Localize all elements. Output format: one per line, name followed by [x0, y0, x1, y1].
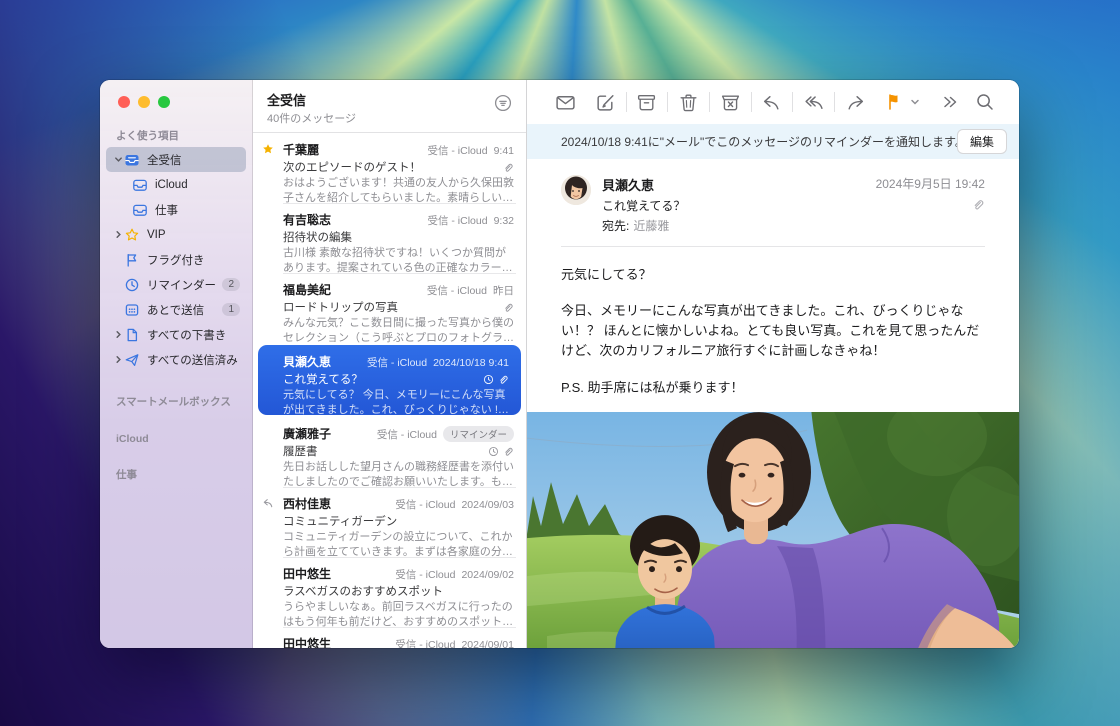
message-list-header: 全受信 40件のメッセージ	[253, 80, 526, 133]
sidebar-item-label: iCloud	[155, 179, 240, 191]
archive-icon[interactable]	[635, 90, 660, 114]
sidebar-item-all-inboxes[interactable]: 全受信	[106, 147, 246, 172]
message-body: 元気にしてる？ 今日、メモリーにこんな写真が出てきました。これ、びっくりじゃない…	[527, 247, 1019, 412]
get-mail-icon[interactable]	[553, 90, 578, 114]
junk-icon[interactable]	[718, 90, 743, 114]
sidebar-item-label: すべての下書き	[147, 327, 240, 343]
body-paragraph: 今日、メモリーにこんな写真が出てきました。これ、びっくりじゃない！？ ほんとに懐…	[561, 301, 985, 361]
reminder-banner: 2024/10/18 9:41に"メール"でこのメッセージのリマインダーを通知し…	[527, 124, 1019, 159]
reply-icon[interactable]	[760, 90, 785, 114]
star-flag-icon	[262, 142, 274, 160]
toolbar	[527, 80, 1019, 124]
filter-icon[interactable]	[494, 94, 512, 117]
flag-chevron-down-icon[interactable]	[908, 90, 923, 114]
avatar[interactable]	[561, 175, 591, 205]
traffic-lights	[100, 92, 252, 122]
send-later-icon	[124, 302, 141, 318]
sidebar-item-work-inbox[interactable]: 仕事	[124, 197, 246, 222]
sidebar-item-label: VIP	[147, 229, 240, 241]
message-header: 貝瀬久恵 これ覚えてる？ 宛先:近藤雅 2024年9月5日 19:42	[527, 159, 1019, 246]
star-icon	[124, 227, 141, 243]
message-subject: これ覚えてる？	[602, 197, 876, 214]
trash-icon[interactable]	[676, 90, 701, 114]
chevron-right-icon[interactable]	[114, 330, 124, 339]
paperclip-icon	[503, 446, 514, 457]
sidebar-section-icloud[interactable]: iCloud	[100, 413, 252, 449]
message-row[interactable]: 廣瀬雅子受信 - iCloudリマインダー 履歴書 先日お話しした望月さんの職務…	[253, 417, 526, 487]
attachment-paperclip-icon[interactable]	[876, 198, 985, 211]
reply-all-icon[interactable]	[801, 90, 826, 114]
sidebar-item-icloud-inbox[interactable]: iCloud	[124, 172, 246, 197]
paperclip-icon	[503, 302, 514, 313]
zoom-window-button[interactable]	[158, 96, 170, 108]
message-date: 2024年9月5日 19:42	[876, 175, 985, 192]
reminder-badge: リマインダー	[443, 426, 514, 442]
sidebar-section-smart-mailboxes[interactable]: スマートメールボックス	[100, 380, 252, 413]
all-inboxes-icon	[124, 152, 141, 168]
message-row[interactable]: 福島美紀受信 - iCloud昨日 ロードトリップの写真 みんな元気？ここ数日間…	[253, 273, 526, 343]
minimize-window-button[interactable]	[138, 96, 150, 108]
draft-document-icon	[124, 327, 141, 343]
clock-icon	[124, 277, 141, 293]
message-list: 全受信 40件のメッセージ 千葉麗受信 - iCloud9:41 次のエピソード…	[253, 80, 527, 648]
body-paragraph: 元気にしてる？	[561, 265, 985, 285]
chevron-down-icon[interactable]	[114, 155, 124, 164]
attached-photo[interactable]	[527, 412, 1019, 648]
sidebar-item-label: あとで送信	[147, 302, 222, 318]
paper-plane-icon	[124, 352, 141, 368]
body-paragraph: P.S. 助手席には私が乗ります！	[561, 378, 985, 398]
reminder-banner-text: 2024/10/18 9:41に"メール"でこのメッセージのリマインダーを通知し…	[561, 133, 957, 150]
chevron-right-icon[interactable]	[114, 230, 124, 239]
flag-icon[interactable]	[883, 90, 908, 114]
sidebar-item-all-sent[interactable]: すべての送信済み	[106, 347, 246, 372]
sidebar-section-work[interactable]: 仕事	[100, 449, 252, 486]
compose-icon[interactable]	[593, 90, 618, 114]
mail-window: よく使う項目 全受信 iCloud 仕事	[100, 80, 1019, 648]
sidebar-item-label: フラグ付き	[147, 252, 240, 268]
sidebar-item-label: 全受信	[147, 152, 240, 168]
sidebar-item-all-drafts[interactable]: すべての下書き	[106, 322, 246, 347]
sidebar-item-reminders[interactable]: リマインダー 2	[106, 272, 246, 297]
message-row[interactable]: 西村佳恵受信 - iCloud2024/09/03 コミュニティガーデン コミュ…	[253, 487, 526, 557]
edit-reminder-button[interactable]: 編集	[957, 129, 1007, 154]
message-count: 40件のメッセージ	[267, 110, 514, 126]
sidebar-item-flagged[interactable]: フラグ付き	[106, 247, 246, 272]
reminders-count-badge: 2	[222, 278, 240, 291]
message-row[interactable]: 田中悠生受信 - iCloud2024/09/01	[253, 627, 526, 648]
message-sender-name: 貝瀬久恵	[602, 175, 876, 194]
message-row[interactable]: 田中悠生受信 - iCloud2024/09/02 ラスベガスのおすすめスポット…	[253, 557, 526, 627]
sidebar-item-label: 仕事	[155, 202, 240, 218]
inbox-icon	[132, 202, 149, 218]
search-icon[interactable]	[972, 90, 997, 114]
sidebar-item-label: リマインダー	[147, 277, 222, 293]
mailbox-title: 全受信	[267, 90, 514, 109]
reading-pane: 2024/10/18 9:41に"メール"でこのメッセージのリマインダーを通知し…	[527, 80, 1019, 648]
message-row[interactable]: 有吉聡志受信 - iCloud9:32 招待状の編集 古川様 素敵な招待状ですね…	[253, 203, 526, 273]
paperclip-icon	[498, 374, 509, 385]
paperclip-icon	[503, 162, 514, 173]
reminder-clock-icon	[483, 374, 494, 385]
sidebar: よく使う項目 全受信 iCloud 仕事	[100, 80, 253, 648]
flag-icon	[124, 252, 141, 268]
sidebar-item-label: すべての送信済み	[147, 352, 240, 368]
send-later-count-badge: 1	[222, 303, 240, 316]
reminder-clock-icon	[488, 446, 499, 457]
chevron-right-icon[interactable]	[114, 355, 124, 364]
message-row-selected[interactable]: 貝瀬久恵受信 - iCloud2024/10/18 9:41 これ覚えてる？ 元…	[258, 345, 521, 415]
replied-arrow-icon	[262, 496, 274, 514]
forward-icon[interactable]	[843, 90, 868, 114]
close-window-button[interactable]	[118, 96, 130, 108]
message-recipient: 宛先:近藤雅	[602, 217, 876, 234]
message-row[interactable]: 千葉麗受信 - iCloud9:41 次のエピソードのゲスト！ おはようございま…	[253, 133, 526, 203]
sidebar-item-send-later[interactable]: あとで送信 1	[106, 297, 246, 322]
sidebar-section-favorites: よく使う項目	[100, 122, 252, 147]
sidebar-item-vip[interactable]: VIP	[106, 222, 246, 247]
message-sender: 千葉麗	[283, 141, 421, 158]
inbox-icon	[132, 177, 149, 193]
more-toolbar-items-icon[interactable]	[938, 90, 963, 114]
message-rows: 千葉麗受信 - iCloud9:41 次のエピソードのゲスト！ おはようございま…	[253, 133, 526, 648]
